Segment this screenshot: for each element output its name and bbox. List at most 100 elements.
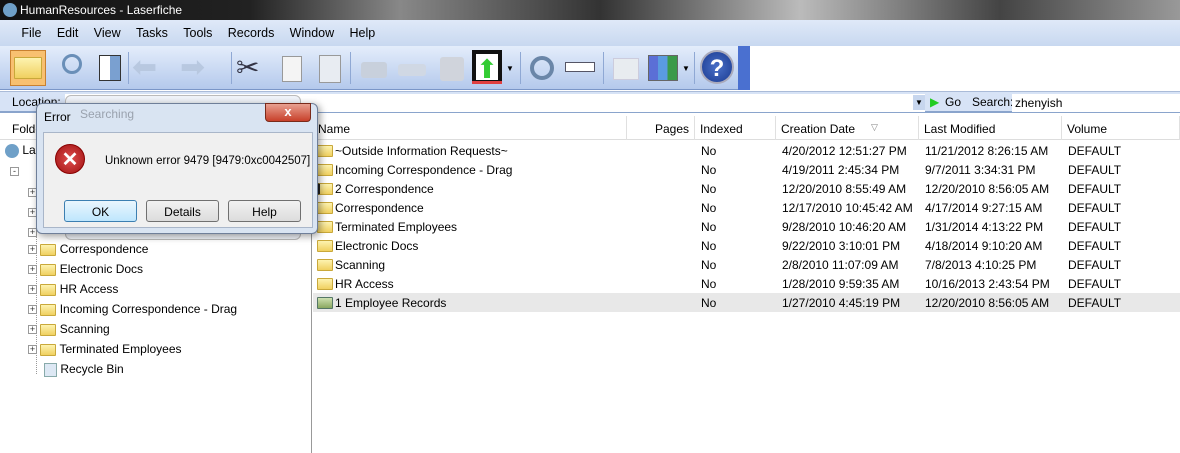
column-header-creation-date[interactable]: Creation Date ▽ — [776, 116, 919, 140]
location-dropdown-icon[interactable]: ▼ — [913, 95, 925, 110]
column-header-last-modified[interactable]: Last Modified — [919, 116, 1062, 140]
import-dropdown-icon[interactable]: ▼ — [506, 64, 514, 73]
cell-modified: 10/16/2013 2:43:54 PM — [925, 277, 1050, 291]
cut-icon[interactable]: ✂ — [236, 50, 272, 86]
tree-item[interactable]: + Incoming Correspondence - Drag — [28, 302, 237, 322]
column-header-indexed[interactable]: Indexed — [695, 116, 776, 140]
cell-created: 12/17/2010 10:45:42 AM — [782, 201, 913, 215]
new-folder-icon[interactable] — [608, 50, 644, 86]
cell-volume: DEFAULT — [1068, 163, 1122, 177]
cell-created: 1/27/2010 4:45:19 PM — [782, 296, 901, 310]
column-header-name[interactable]: Name — [313, 116, 627, 140]
cell-modified: 9/7/2011 3:34:31 PM — [925, 163, 1036, 177]
tree-item[interactable]: + Correspondence — [28, 242, 148, 262]
scan-icon[interactable] — [394, 50, 430, 86]
import-icon[interactable]: ⬆ — [472, 50, 502, 84]
view-icon[interactable] — [646, 50, 682, 86]
expand-icon[interactable]: + — [28, 305, 37, 315]
recycle-bin-icon — [44, 362, 57, 377]
folder-icon — [317, 200, 333, 214]
cell-indexed: No — [701, 220, 717, 234]
tree-item-label: Incoming Correspondence - Drag — [59, 302, 238, 316]
cell-modified: 4/18/2014 9:10:20 AM — [925, 239, 1043, 253]
table-row[interactable]: Electronic Docs No 9/22/2010 3:10:01 PM 4/1… — [313, 236, 1180, 255]
table-row[interactable]: HR Access No 1/28/2010 9:59:35 AM 10/16/201… — [313, 274, 1180, 293]
go-icon[interactable]: ▶ — [930, 95, 939, 109]
expand-icon[interactable]: + — [28, 325, 37, 335]
tree-item[interactable]: + Terminated Employees — [28, 342, 182, 362]
cell-indexed: No — [701, 277, 717, 291]
details-button[interactable]: Details — [146, 200, 219, 222]
expand-icon[interactable]: + — [28, 285, 37, 295]
menu-edit[interactable]: Edit — [51, 20, 85, 40]
folder-icon — [40, 323, 57, 336]
toolbar-empty — [750, 46, 1180, 90]
entry-list-pane: Name Pages Indexed Creation Date ▽ Last M… — [313, 116, 1180, 453]
cell-volume: DEFAULT — [1068, 182, 1122, 196]
tree-item-label: Terminated Employees — [59, 342, 182, 356]
expand-icon[interactable]: + — [28, 245, 37, 255]
tree-item[interactable]: + Scanning — [28, 322, 110, 342]
folder-icon — [40, 263, 57, 276]
menu-tools[interactable]: Tools — [177, 20, 218, 40]
search-icon[interactable] — [52, 50, 88, 86]
cell-modified: 4/17/2014 9:27:15 AM — [925, 201, 1043, 215]
column-header-volume[interactable]: Volume — [1062, 116, 1180, 140]
metadata-pane-icon[interactable] — [92, 50, 128, 86]
cell-indexed: No — [701, 182, 717, 196]
go-button[interactable]: Go — [945, 95, 961, 109]
view-dropdown-icon[interactable]: ▼ — [682, 64, 690, 73]
forward-icon[interactable]: ➡ — [180, 50, 216, 86]
collapse-icon[interactable]: - — [10, 167, 19, 176]
paste-icon[interactable] — [312, 50, 348, 86]
tree-item-label: Correspondence — [59, 242, 149, 256]
tree-item-recycle-bin[interactable]: Recycle Bin — [44, 362, 124, 382]
expand-icon[interactable]: + — [28, 345, 37, 355]
tree-item[interactable]: + Electronic Docs — [28, 262, 143, 282]
searching-dialog-title: Searching — [80, 107, 135, 121]
error-icon: ✕ — [55, 144, 85, 174]
table-row[interactable]: 2 Correspondence No 12/20/2010 8:55:49 AM 1… — [313, 179, 1180, 198]
table-row[interactable]: Scanning No 2/8/2010 11:07:09 AM 7/8/2013 4… — [313, 255, 1180, 274]
menu-bar: File Edit View Tasks Tools Records Windo… — [0, 20, 1180, 46]
table-row[interactable]: Correspondence No 12/17/2010 10:45:42 AM 4/… — [313, 198, 1180, 217]
cell-name: Terminated Employees — [335, 220, 458, 234]
folders-icon[interactable] — [10, 50, 46, 86]
tree-item[interactable]: + HR Access — [28, 282, 118, 302]
table-row[interactable]: Incoming Correspondence - Drag No 4/19/201… — [313, 160, 1180, 179]
folder-icon — [317, 143, 333, 157]
menu-help[interactable]: Help — [343, 20, 381, 40]
ok-button[interactable]: OK — [64, 200, 137, 222]
search-input[interactable]: zhenyish — [1012, 94, 1180, 112]
web-access-icon[interactable] — [524, 50, 560, 86]
column-header-pages[interactable]: Pages — [627, 116, 695, 140]
help-button[interactable]: Help — [228, 200, 301, 222]
fax-icon[interactable] — [434, 50, 470, 86]
cell-indexed: No — [701, 144, 717, 158]
print-icon[interactable] — [356, 50, 392, 86]
close-button[interactable]: x — [265, 103, 311, 122]
table-row[interactable]: Terminated Employees No 9/28/2010 10:46:20… — [313, 217, 1180, 236]
repository-icon — [5, 143, 19, 158]
menu-records[interactable]: Records — [222, 20, 281, 40]
help-icon[interactable]: ? — [700, 50, 734, 84]
table-row[interactable]: ~Outside Information Requests~ No 4/20/201… — [313, 141, 1180, 160]
menu-window[interactable]: Window — [284, 20, 340, 40]
menu-view[interactable]: View — [88, 20, 127, 40]
cell-created: 1/28/2010 9:59:35 AM — [782, 277, 900, 291]
cell-name: HR Access — [335, 277, 394, 291]
back-icon[interactable]: ⬅ — [132, 50, 168, 86]
folder-icon — [40, 243, 57, 256]
cell-modified: 12/20/2010 8:56:05 AM — [925, 182, 1050, 196]
tree-item-label: HR Access — [59, 282, 119, 296]
menu-file[interactable]: File — [15, 20, 47, 40]
rename-field-icon[interactable] — [565, 62, 595, 72]
dialog-title: Error — [44, 110, 71, 124]
copy-icon[interactable] — [274, 50, 310, 86]
column-header-label: Creation Date — [781, 122, 856, 136]
cell-name: Incoming Correspondence - Drag — [335, 163, 513, 177]
expand-icon[interactable]: + — [28, 265, 37, 275]
menu-tasks[interactable]: Tasks — [130, 20, 174, 40]
table-row[interactable]: 1 Employee Records No 1/27/2010 4:45:19 PM… — [313, 293, 1180, 312]
toolbar-options-icon[interactable] — [738, 46, 750, 90]
